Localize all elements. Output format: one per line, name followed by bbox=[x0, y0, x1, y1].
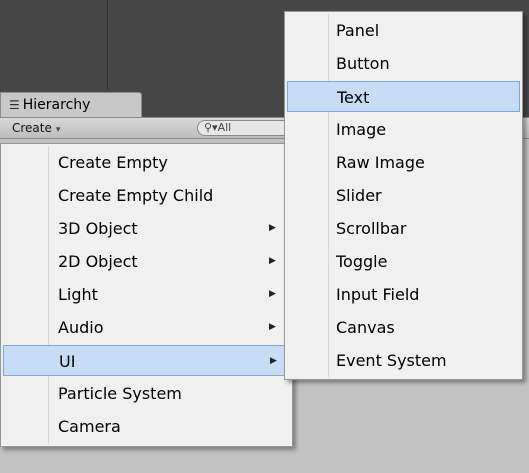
ui-menu-item-input-field[interactable]: Input Field bbox=[287, 279, 520, 310]
menu-item-label: Scrollbar bbox=[336, 219, 407, 238]
menu-item-ui[interactable]: UI ▶ bbox=[3, 345, 290, 376]
triangle-right-icon: ▶ bbox=[269, 289, 276, 299]
ui-menu-item-text[interactable]: Text bbox=[287, 81, 520, 112]
ui-menu-item-raw-image[interactable]: Raw Image bbox=[287, 147, 520, 178]
menu-item-label: Panel bbox=[336, 21, 380, 40]
menu-item-label: Create Empty Child bbox=[58, 186, 214, 205]
triangle-right-icon: ▶ bbox=[269, 322, 276, 332]
create-menu: Create Empty Create Empty Child 3D Object ▶… bbox=[0, 143, 293, 447]
menu-item-label: Camera bbox=[58, 417, 121, 436]
scene-divider bbox=[107, 0, 108, 90]
menu-item-label: Button bbox=[336, 54, 390, 73]
menu-item-label: Image bbox=[336, 120, 387, 139]
ui-menu-item-slider[interactable]: Slider bbox=[287, 180, 520, 211]
menu-item-create-empty[interactable]: Create Empty bbox=[3, 147, 290, 178]
menu-item-label: 3D Object bbox=[58, 219, 138, 238]
triangle-right-icon: ▶ bbox=[269, 223, 276, 233]
chevron-down-icon: ▾ bbox=[55, 125, 61, 135]
menu-item-label: Particle System bbox=[58, 384, 182, 403]
search-placeholder: All bbox=[217, 121, 232, 134]
create-button-label: Create bbox=[12, 121, 52, 135]
menu-item-label: 2D Object bbox=[58, 252, 138, 271]
list-icon: ☰ bbox=[9, 98, 20, 112]
ui-submenu: Panel Button Text Image Raw Image Slider Scrol… bbox=[284, 11, 523, 380]
menu-item-label: UI bbox=[59, 352, 76, 371]
ui-menu-item-image[interactable]: Image bbox=[287, 114, 520, 145]
ui-menu-item-panel[interactable]: Panel bbox=[287, 15, 520, 46]
search-icon: ⚲▾ bbox=[204, 121, 218, 134]
menu-item-label: Audio bbox=[58, 318, 104, 337]
create-dropdown-button[interactable]: Create ▾ bbox=[6, 120, 66, 136]
menu-item-label: Light bbox=[58, 285, 98, 304]
menu-item-label: Create Empty bbox=[58, 153, 168, 172]
menu-item-label: Text bbox=[337, 88, 370, 107]
ui-menu-item-canvas[interactable]: Canvas bbox=[287, 312, 520, 343]
menu-item-3d-object[interactable]: 3D Object ▶ bbox=[3, 213, 290, 244]
tab-hierarchy[interactable]: ☰ Hierarchy bbox=[0, 92, 142, 117]
ui-menu-item-toggle[interactable]: Toggle bbox=[287, 246, 520, 277]
menu-item-label: Raw Image bbox=[336, 153, 425, 172]
menu-item-light[interactable]: Light ▶ bbox=[3, 279, 290, 310]
menu-item-label: Event System bbox=[336, 351, 447, 370]
menu-item-audio[interactable]: Audio ▶ bbox=[3, 312, 290, 343]
menu-item-label: Toggle bbox=[336, 252, 388, 271]
ui-menu-item-scrollbar[interactable]: Scrollbar bbox=[287, 213, 520, 244]
menu-item-particle-system[interactable]: Particle System bbox=[3, 378, 290, 409]
menu-item-label: Canvas bbox=[336, 318, 395, 337]
menu-item-2d-object[interactable]: 2D Object ▶ bbox=[3, 246, 290, 277]
triangle-right-icon: ▶ bbox=[270, 356, 277, 366]
menu-item-create-empty-child[interactable]: Create Empty Child bbox=[3, 180, 290, 211]
menu-item-camera[interactable]: Camera bbox=[3, 411, 290, 442]
ui-menu-item-button[interactable]: Button bbox=[287, 48, 520, 79]
menu-item-label: Input Field bbox=[336, 285, 420, 304]
menu-item-label: Slider bbox=[336, 186, 382, 205]
ui-menu-item-event-system[interactable]: Event System bbox=[287, 345, 520, 376]
hierarchy-tab-label: Hierarchy bbox=[22, 97, 91, 113]
triangle-right-icon: ▶ bbox=[269, 256, 276, 266]
